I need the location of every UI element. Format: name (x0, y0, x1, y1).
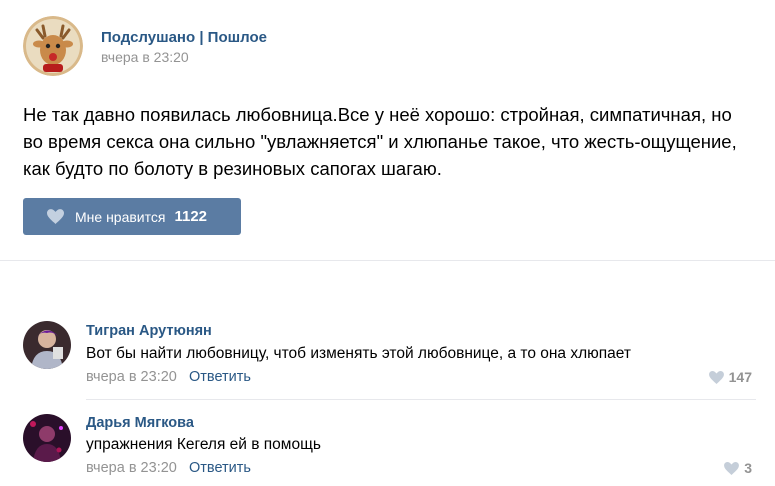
heart-icon (708, 370, 724, 384)
comment-text: Вот бы найти любовницу, чтоб изменять эт… (86, 345, 631, 362)
post: Подслушано | Пошлое вчера в 23:20 Не так… (0, 0, 775, 260)
comment: Дарья Мягкова упражнения Кегеля ей в пом… (0, 400, 775, 486)
comment-avatar[interactable] (23, 414, 71, 462)
reply-link[interactable]: Ответить (189, 460, 251, 476)
post-text: Не так давно появилась любовница.Все у н… (23, 104, 737, 179)
comment-like-count: 147 (728, 369, 752, 385)
comment-like-count: 3 (744, 460, 752, 476)
heart-icon (47, 209, 64, 224)
comment-date[interactable]: вчера в 23:20 (86, 369, 177, 385)
comment-avatar[interactable] (23, 321, 71, 369)
comment: Тигран Арутюнян Вот бы найти любовницу, … (0, 302, 775, 398)
comment-like-button[interactable]: 147 (708, 369, 752, 385)
like-label: Мне нравится (75, 208, 166, 225)
group-avatar[interactable] (23, 16, 83, 76)
comment-author[interactable]: Дарья Мягкова (86, 415, 194, 431)
comment-text: упражнения Кегеля ей в помощь (86, 436, 321, 453)
like-button[interactable]: Мне нравится 1122 (23, 198, 241, 235)
post-date[interactable]: вчера в 23:20 (101, 49, 189, 65)
reply-link[interactable]: Ответить (189, 369, 251, 385)
comment-author[interactable]: Тигран Арутюнян (86, 323, 212, 339)
heart-icon (724, 461, 740, 475)
comment-date[interactable]: вчера в 23:20 (86, 460, 177, 476)
post-author[interactable]: Подслушано | Пошлое (101, 29, 267, 46)
section-separator (0, 260, 775, 303)
comment-like-button[interactable]: 3 (724, 460, 752, 476)
like-count: 1122 (174, 208, 208, 225)
